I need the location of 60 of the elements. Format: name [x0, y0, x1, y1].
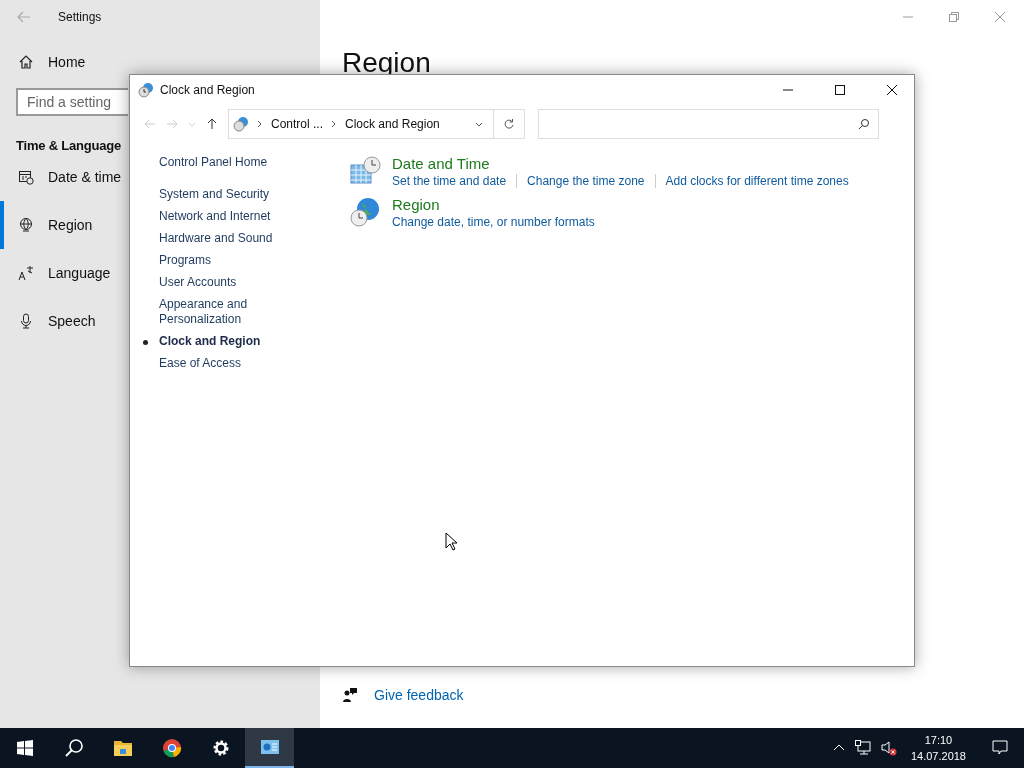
- network-icon[interactable]: [854, 740, 871, 756]
- sidebar-link[interactable]: Control Panel Home: [159, 155, 279, 170]
- clock-time[interactable]: 17:10: [924, 732, 953, 748]
- maximize-icon[interactable]: [834, 84, 846, 96]
- page-heading: Region: [342, 46, 432, 79]
- task-link[interactable]: Change the time zone: [527, 174, 645, 188]
- task-link[interactable]: Add clocks for different time zones: [665, 174, 849, 188]
- calendar-icon: [18, 169, 34, 185]
- sidebar-link[interactable]: Hardware and Sound: [159, 231, 279, 246]
- clock-date[interactable]: 14.07.2018: [910, 748, 966, 764]
- chevron-icon: [257, 120, 263, 128]
- breadcrumb-item[interactable]: Clock and Region: [345, 117, 440, 131]
- task-link[interactable]: Change date, time, or number formats: [392, 215, 595, 229]
- microphone-icon: [18, 313, 34, 329]
- close-icon[interactable]: [886, 84, 898, 96]
- address-bar[interactable]: Control ... Clock and Region: [228, 109, 494, 139]
- sidebar-link[interactable]: System and Security: [159, 187, 279, 202]
- category-title[interactable]: Region: [392, 196, 595, 213]
- sidebar-link[interactable]: Network and Internet: [159, 209, 279, 224]
- feedback-icon: [342, 687, 358, 703]
- sidebar-link[interactable]: User Accounts: [159, 275, 279, 290]
- notifications-icon[interactable]: [992, 740, 1008, 756]
- language-icon: [18, 265, 34, 281]
- sidebar-link[interactable]: Ease of Access: [159, 356, 279, 371]
- calendar-clock-icon: [349, 155, 381, 187]
- globe-clock-icon: [349, 196, 381, 228]
- dropdown-icon[interactable]: [475, 120, 483, 128]
- mouse-cursor-icon: [445, 532, 457, 551]
- search-field[interactable]: Find a setting: [16, 88, 128, 116]
- globe-icon: [18, 217, 34, 233]
- windows-logo-icon: [16, 740, 33, 756]
- up-icon[interactable]: [206, 118, 218, 130]
- nav-item[interactable]: Speech: [0, 297, 100, 345]
- home-link[interactable]: Home: [0, 34, 320, 70]
- window-title: Clock and Region: [160, 83, 255, 97]
- sidebar-link[interactable]: Appearance and Personalization: [159, 297, 279, 327]
- task-link[interactable]: Set the time and date: [392, 174, 507, 188]
- chevron-icon: [331, 120, 338, 128]
- home-icon: [18, 54, 34, 70]
- section-heading: Time & Language: [15, 137, 122, 153]
- nav-item[interactable]: Date & time: [0, 153, 126, 201]
- clock-globe-icon: [233, 116, 249, 132]
- search-icon: [63, 738, 84, 758]
- breadcrumb-item[interactable]: Control ...: [271, 117, 324, 131]
- nav-item[interactable]: Language: [0, 249, 115, 297]
- folder-icon: [112, 738, 133, 758]
- nav-item[interactable]: Region: [0, 201, 97, 249]
- refresh-icon: [503, 118, 515, 130]
- speaker-muted-icon[interactable]: [880, 740, 897, 756]
- sidebar-link[interactable]: Programs: [159, 253, 279, 268]
- window-title: Settings: [58, 10, 102, 24]
- control-panel-icon: [259, 737, 280, 757]
- restore-icon[interactable]: [948, 11, 960, 23]
- category-title[interactable]: Date and Time: [392, 155, 849, 172]
- search-icon: [858, 118, 870, 130]
- taskbar-button[interactable]: [245, 728, 294, 768]
- browser-icon: [161, 738, 182, 758]
- feedback-link[interactable]: Give feedback: [374, 687, 464, 703]
- clock-globe-icon: [138, 82, 154, 98]
- sidebar-link[interactable]: Clock and Region: [159, 334, 279, 349]
